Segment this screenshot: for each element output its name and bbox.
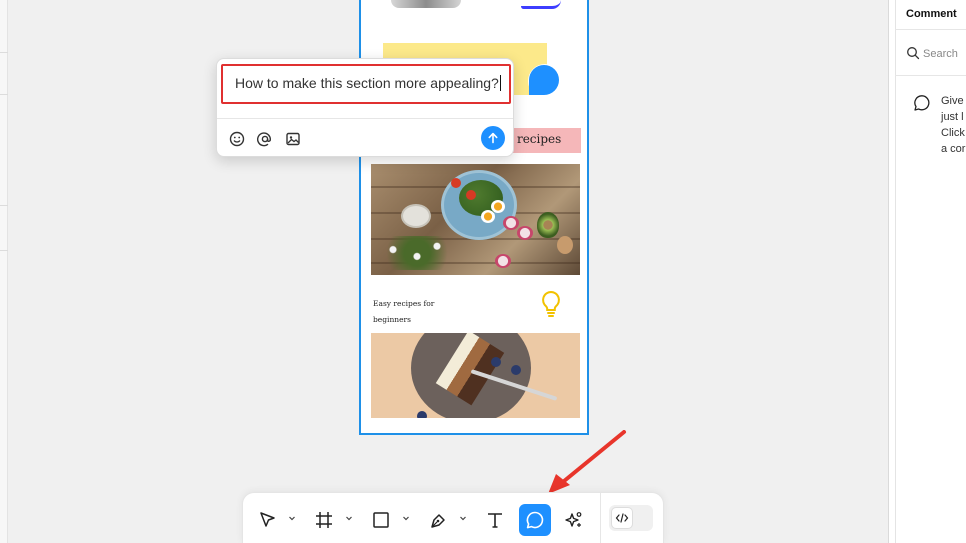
comment-icon: [526, 511, 544, 529]
chevron-down-icon[interactable]: [345, 514, 353, 522]
comments-panel: Comment Search Give just l Click a cor: [888, 0, 966, 543]
frame-tool[interactable]: [308, 504, 340, 536]
left-panel-edge: [0, 0, 8, 543]
mention-icon[interactable]: [256, 130, 274, 148]
bottom-toolbar: [242, 492, 664, 543]
blueberry: [511, 365, 521, 375]
tomato: [451, 178, 461, 188]
panel-title: Comment: [906, 8, 957, 20]
text-caret: [499, 75, 501, 91]
pen-tool[interactable]: [423, 504, 455, 536]
egg-slice: [491, 200, 505, 213]
panel-divider: [895, 29, 966, 30]
comment-input[interactable]: How to make this section more appealing?: [221, 64, 511, 104]
hero-image-fragment: [391, 0, 461, 8]
comment-composer: How to make this section more appealing?: [216, 58, 514, 157]
search-icon: [907, 47, 920, 60]
avocado: [537, 212, 559, 238]
text-tool[interactable]: [479, 504, 511, 536]
seed-bowl: [401, 204, 431, 228]
frame-icon: [316, 512, 332, 528]
blueberry: [417, 411, 427, 418]
radish-slice: [495, 254, 511, 268]
comment-tool[interactable]: [519, 504, 551, 536]
radish-slice: [503, 216, 519, 230]
annotation-arrow: [548, 430, 626, 494]
code-icon: [611, 507, 633, 529]
comment-pin[interactable]: [528, 64, 562, 98]
blueberry: [491, 357, 501, 367]
panel-divider: [895, 75, 966, 76]
comments-panel-inner: [895, 0, 966, 543]
toolbar-separator: [600, 493, 601, 543]
arrow-up-icon: [488, 132, 498, 144]
rectangle-icon: [373, 512, 389, 528]
comment-search-input[interactable]: Search: [923, 48, 958, 60]
actions-tool[interactable]: [558, 504, 590, 536]
radish-slice: [517, 226, 533, 240]
chevron-down-icon[interactable]: [402, 514, 410, 522]
comment-input-text: How to make this section more appealing?: [235, 75, 499, 91]
sparkle-icon: [565, 512, 582, 527]
egg-slice: [481, 210, 495, 223]
flowers: [377, 236, 457, 270]
salad-photo[interactable]: [371, 164, 580, 275]
cursor-icon: [260, 512, 275, 527]
dev-mode-toggle[interactable]: [609, 505, 653, 531]
empty-state-hint: Give just l Click a cor: [941, 95, 966, 155]
emoji-icon[interactable]: [228, 130, 246, 148]
chevron-down-icon[interactable]: [459, 514, 467, 522]
lightbulb-icon: [542, 290, 560, 317]
image-icon[interactable]: [284, 130, 302, 148]
text-icon: [488, 513, 502, 528]
recipe-caption[interactable]: Easy recipes for beginners: [373, 296, 463, 328]
send-button[interactable]: [481, 126, 505, 150]
brown-egg: [557, 236, 573, 254]
move-tool[interactable]: [252, 504, 284, 536]
cake-photo[interactable]: [371, 333, 580, 418]
scribble-decoration: [521, 0, 561, 9]
composer-divider: [217, 118, 513, 119]
pen-icon: [431, 514, 445, 528]
shape-tool[interactable]: [365, 504, 397, 536]
chevron-down-icon[interactable]: [288, 514, 296, 522]
comment-bubble-icon: [914, 95, 930, 111]
tomato: [466, 190, 476, 200]
